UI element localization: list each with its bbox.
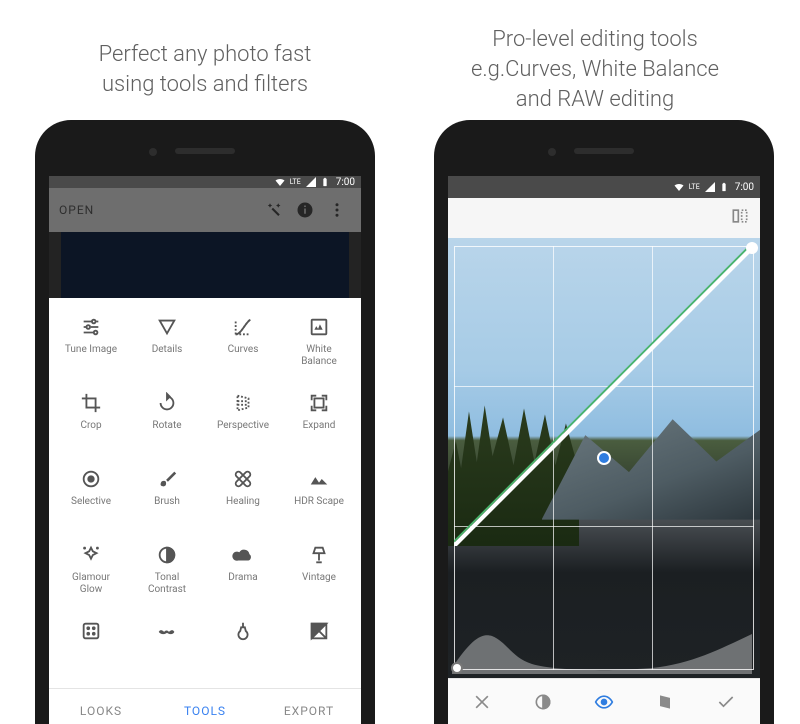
- curve-handle-mid[interactable]: [597, 451, 611, 465]
- tool-details[interactable]: Details: [129, 308, 205, 384]
- signal-icon: [704, 181, 716, 193]
- lamp-icon: [308, 544, 330, 566]
- bandage-icon: [232, 468, 254, 490]
- tool-bw[interactable]: [281, 612, 357, 688]
- phone-frame-right: LTE 7:00: [434, 120, 774, 724]
- brush-icon: [156, 468, 178, 490]
- tool-glamour-glow[interactable]: GlamourGlow: [53, 536, 129, 612]
- tools-sheet: Tune Image Details Curves WhiteBala: [49, 298, 361, 724]
- mountains-icon: [308, 468, 330, 490]
- wifi-icon: [673, 181, 685, 193]
- target-icon: [80, 468, 102, 490]
- tools-grid: Tune Image Details Curves WhiteBala: [49, 298, 361, 688]
- tool-tonal-contrast[interactable]: TonalContrast: [129, 536, 205, 612]
- tool-label: TonalContrast: [148, 572, 186, 595]
- close-button[interactable]: [452, 692, 513, 712]
- phone-frame-left: LTE 7:00 OPEN: [35, 120, 375, 724]
- channel-contrast[interactable]: [513, 692, 574, 712]
- curves-canvas[interactable]: [448, 238, 760, 678]
- clock: 7:00: [735, 182, 754, 193]
- network-label: LTE: [689, 183, 700, 191]
- tool-hdr-scape[interactable]: HDR Scape: [281, 460, 357, 536]
- half-circle-icon: [156, 544, 178, 566]
- curves-icon: [232, 316, 254, 338]
- tool-selective[interactable]: Selective: [53, 460, 129, 536]
- tool-label: Details: [152, 344, 183, 356]
- tool-label: HDR Scape: [294, 496, 344, 508]
- tool-crop[interactable]: Crop: [53, 384, 129, 460]
- tool-label: Healing: [226, 496, 260, 508]
- tool-label: WhiteBalance: [301, 344, 337, 367]
- bw-square-icon: [308, 620, 330, 642]
- compare-icon[interactable]: [730, 206, 750, 230]
- rotate-icon: [156, 392, 178, 414]
- guitar-icon: [232, 620, 254, 642]
- tool-label: Drama: [228, 572, 257, 584]
- tab-looks[interactable]: LOOKS: [49, 689, 153, 724]
- channel-card[interactable]: [634, 692, 695, 712]
- tool-expand[interactable]: Expand: [281, 384, 357, 460]
- status-bar: LTE 7:00: [49, 176, 361, 188]
- check-icon: [716, 692, 736, 712]
- tab-tools[interactable]: TOOLS: [153, 689, 257, 724]
- tool-label: Brush: [154, 496, 180, 508]
- tool-label: Curves: [228, 344, 259, 356]
- crop-icon: [80, 392, 102, 414]
- histogram: [452, 628, 752, 674]
- channel-luminance[interactable]: [574, 692, 635, 712]
- curves-header: [448, 198, 760, 238]
- tool-grainy-film[interactable]: [53, 612, 129, 688]
- tool-grunge[interactable]: [205, 612, 281, 688]
- tool-white-balance[interactable]: WhiteBalance: [281, 308, 357, 384]
- signal-icon: [305, 176, 317, 188]
- eye-icon: [594, 692, 614, 712]
- tool-label: GlamourGlow: [72, 572, 110, 595]
- tool-label: Vintage: [302, 572, 336, 584]
- tool-label: Rotate: [152, 420, 181, 432]
- tool-label: Crop: [80, 420, 101, 432]
- curves-edit-bar: [448, 678, 760, 724]
- tool-tune-image[interactable]: Tune Image: [53, 308, 129, 384]
- tool-healing[interactable]: Healing: [205, 460, 281, 536]
- tool-drama[interactable]: Drama: [205, 536, 281, 612]
- clock: 7:00: [336, 177, 355, 188]
- battery-icon: [320, 176, 330, 188]
- sparkle-icon: [80, 544, 102, 566]
- tool-label: Perspective: [217, 420, 269, 432]
- contrast-icon: [533, 692, 553, 712]
- battery-icon: [719, 181, 729, 193]
- tool-brush[interactable]: Brush: [129, 460, 205, 536]
- tool-perspective[interactable]: Perspective: [205, 384, 281, 460]
- tool-curves[interactable]: Curves: [205, 308, 281, 384]
- tool-label: Tune Image: [65, 344, 117, 356]
- status-bar: LTE 7:00: [448, 176, 760, 198]
- apply-button[interactable]: [695, 692, 756, 712]
- wifi-icon: [274, 176, 286, 188]
- tool-label: Expand: [303, 420, 336, 432]
- curve-lines: [454, 246, 754, 546]
- tool-retrolux[interactable]: [129, 612, 205, 688]
- expand-icon: [308, 392, 330, 414]
- film-dots-icon: [80, 620, 102, 642]
- bottom-tabs: LOOKS TOOLS EXPORT: [49, 688, 361, 724]
- cloud-icon: [232, 544, 254, 566]
- network-label: LTE: [290, 178, 301, 186]
- mustache-icon: [156, 620, 178, 642]
- sliders-icon: [80, 316, 102, 338]
- white-balance-icon: [308, 316, 330, 338]
- tool-label: Selective: [71, 496, 111, 508]
- caption-left: Perfect any photo fastusing tools and fi…: [99, 20, 312, 120]
- close-icon: [472, 692, 492, 712]
- curve-handle-highlight[interactable]: [746, 242, 758, 254]
- card-icon: [655, 692, 675, 712]
- triangle-down-icon: [156, 316, 178, 338]
- dim-overlay: [49, 188, 361, 298]
- curve-handle-shadow[interactable]: [451, 662, 463, 674]
- tab-export[interactable]: EXPORT: [257, 689, 361, 724]
- caption-right: Pro-level editing toolse.g.Curves, White…: [471, 20, 719, 120]
- tool-rotate[interactable]: Rotate: [129, 384, 205, 460]
- tool-vintage[interactable]: Vintage: [281, 536, 357, 612]
- perspective-icon: [232, 392, 254, 414]
